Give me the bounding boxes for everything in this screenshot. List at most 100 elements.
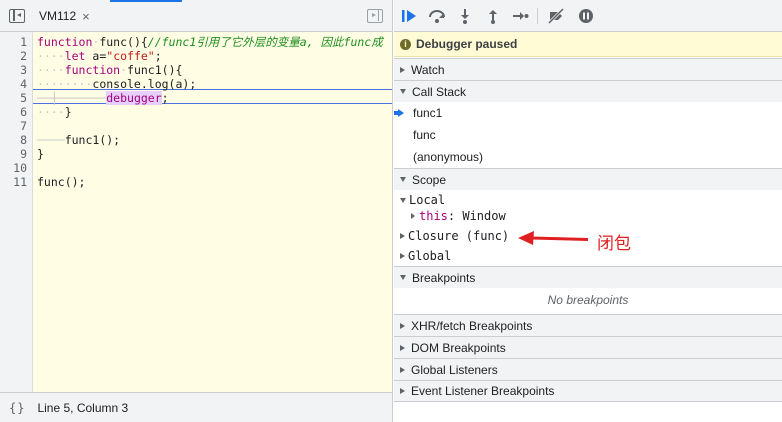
chevron-down-icon bbox=[400, 89, 406, 94]
scope-label: Global bbox=[408, 249, 452, 263]
line-number[interactable]: 7 bbox=[20, 119, 27, 133]
section-dom-breakpoints[interactable]: DOM Breakpoints bbox=[394, 336, 782, 358]
scope-this-entry[interactable]: this: Window bbox=[411, 209, 506, 223]
code-line: ····let a="coffe"; bbox=[37, 49, 162, 63]
chevron-right-icon bbox=[400, 388, 405, 394]
step-into-icon[interactable] bbox=[456, 7, 474, 25]
section-scope[interactable]: Scope bbox=[394, 168, 782, 190]
code-line: function·func(){//func1引用了它外层的变量a, 因此fun… bbox=[37, 35, 383, 49]
keyword: let bbox=[64, 49, 86, 63]
scope-closure[interactable]: Closure (func) bbox=[400, 229, 509, 243]
chevron-right-icon bbox=[400, 66, 405, 73]
toggle-navigator-icon[interactable] bbox=[9, 9, 25, 23]
pause-on-exceptions-icon[interactable] bbox=[577, 7, 595, 25]
chevron-down-icon bbox=[400, 177, 406, 182]
chevron-right-icon bbox=[400, 322, 405, 329]
call-frame-item[interactable]: (anonymous) bbox=[413, 150, 483, 164]
code-text: console.log(a); bbox=[92, 77, 197, 91]
resume-icon[interactable] bbox=[400, 7, 418, 25]
step-icon[interactable] bbox=[511, 7, 529, 25]
keyword: function bbox=[64, 63, 121, 77]
chevron-down-icon bbox=[400, 275, 406, 280]
code-text: } bbox=[37, 147, 44, 161]
code-comment: //func1引用了它外层的变量a, 因此func成 bbox=[147, 35, 383, 49]
code-text: func1(); bbox=[64, 133, 121, 147]
section-title: DOM Breakpoints bbox=[411, 340, 506, 355]
section-watch[interactable]: Watch bbox=[394, 58, 782, 80]
code-line: ····function·func1(){ bbox=[37, 63, 183, 77]
toggle-debugger-sidebar-icon[interactable] bbox=[367, 9, 383, 23]
editor-status-bar: {} Line 5, Column 3 bbox=[0, 392, 392, 422]
scope-label: Closure (func) bbox=[408, 229, 510, 243]
code-text: func1(){ bbox=[127, 63, 183, 77]
code-text: } bbox=[64, 105, 72, 119]
property-name: this bbox=[419, 209, 448, 223]
section-title: Event Listener Breakpoints bbox=[411, 384, 555, 398]
debugger-sidebar: i Debugger paused Watch Call Stack func1… bbox=[394, 0, 782, 422]
string-literal: "coffe" bbox=[106, 49, 155, 63]
section-title: Call Stack bbox=[412, 84, 467, 99]
section-event-listener-breakpoints[interactable]: Event Listener Breakpoints bbox=[394, 380, 782, 402]
code-line: ──┼───────debugger; bbox=[37, 91, 169, 105]
line-number[interactable]: 2 bbox=[20, 49, 27, 63]
paused-banner: i Debugger paused bbox=[394, 32, 782, 57]
chevron-right-icon bbox=[411, 213, 415, 219]
keyword: function bbox=[37, 35, 93, 49]
step-out-icon[interactable] bbox=[484, 7, 502, 25]
cursor-position: Line 5, Column 3 bbox=[37, 400, 129, 415]
line-number[interactable]: 3 bbox=[20, 63, 27, 77]
code-editor[interactable]: 1 2 3 4 5 6 7 8 9 10 11 function·func(){… bbox=[0, 32, 392, 392]
line-number[interactable]: 6 bbox=[20, 105, 27, 119]
code-text: func(); bbox=[37, 175, 86, 189]
editor-tab-bar: VM112 × bbox=[0, 0, 392, 32]
line-number[interactable]: 11 bbox=[13, 175, 27, 189]
line-number[interactable]: 5 bbox=[20, 91, 27, 105]
deactivate-breakpoints-icon[interactable] bbox=[547, 7, 565, 25]
close-icon[interactable]: × bbox=[82, 9, 90, 24]
paused-message: Debugger paused bbox=[416, 37, 518, 51]
line-number[interactable]: 1 bbox=[20, 35, 27, 49]
editor-pane: VM112 × 1 2 3 4 5 6 7 8 9 10 11 function… bbox=[0, 0, 393, 422]
call-frame-item[interactable]: func bbox=[413, 128, 436, 142]
code-line: } bbox=[37, 147, 44, 161]
code-text: a= bbox=[85, 49, 107, 63]
line-number[interactable]: 8 bbox=[20, 133, 27, 147]
line-number[interactable]: 4 bbox=[20, 77, 27, 91]
section-global-listeners[interactable]: Global Listeners bbox=[394, 358, 782, 380]
top-accent-line bbox=[110, 0, 182, 2]
section-title: Global Listeners bbox=[411, 362, 498, 377]
file-tab[interactable]: VM112 × bbox=[31, 0, 98, 32]
pretty-print-icon[interactable]: {} bbox=[9, 401, 25, 415]
line-number-gutter: 1 2 3 4 5 6 7 8 9 10 11 bbox=[0, 32, 33, 392]
scope-label: Local bbox=[409, 193, 446, 207]
chevron-right-icon bbox=[400, 233, 405, 239]
chevron-right-icon bbox=[400, 366, 405, 373]
section-title: Scope bbox=[412, 172, 447, 187]
scope-global[interactable]: Global bbox=[400, 249, 451, 263]
closure-annotation: 闭包 bbox=[597, 234, 631, 254]
chevron-right-icon bbox=[400, 253, 405, 259]
section-xhr-breakpoints[interactable]: XHR/fetch Breakpoints bbox=[394, 314, 782, 336]
line-number[interactable]: 10 bbox=[13, 161, 27, 175]
section-title: XHR/fetch Breakpoints bbox=[411, 318, 533, 333]
call-frame-arrow-icon bbox=[394, 109, 404, 117]
devtools-sources-panel: VM112 × 1 2 3 4 5 6 7 8 9 10 11 function… bbox=[0, 0, 782, 422]
step-over-icon[interactable] bbox=[428, 7, 446, 25]
code-line: func(); bbox=[37, 175, 85, 189]
red-arrow-icon bbox=[518, 231, 589, 245]
code-line: ····} bbox=[37, 105, 72, 119]
code-text: func(){ bbox=[99, 35, 148, 49]
info-icon: i bbox=[400, 38, 411, 50]
code-text: ; bbox=[154, 49, 162, 63]
code-line: ········console.log(a); bbox=[37, 77, 197, 91]
code-text: ; bbox=[161, 91, 169, 105]
section-call-stack[interactable]: Call Stack bbox=[394, 80, 782, 102]
chevron-right-icon bbox=[400, 344, 405, 351]
scope-local[interactable]: Local bbox=[400, 193, 445, 207]
call-frame-item[interactable]: func1 bbox=[413, 106, 442, 120]
section-breakpoints[interactable]: Breakpoints bbox=[394, 266, 782, 288]
file-tab-label: VM112 bbox=[39, 9, 77, 23]
line-number[interactable]: 9 bbox=[20, 147, 27, 161]
code-line: ────func1(); bbox=[37, 133, 121, 147]
no-breakpoints-message: No breakpoints bbox=[547, 293, 629, 307]
